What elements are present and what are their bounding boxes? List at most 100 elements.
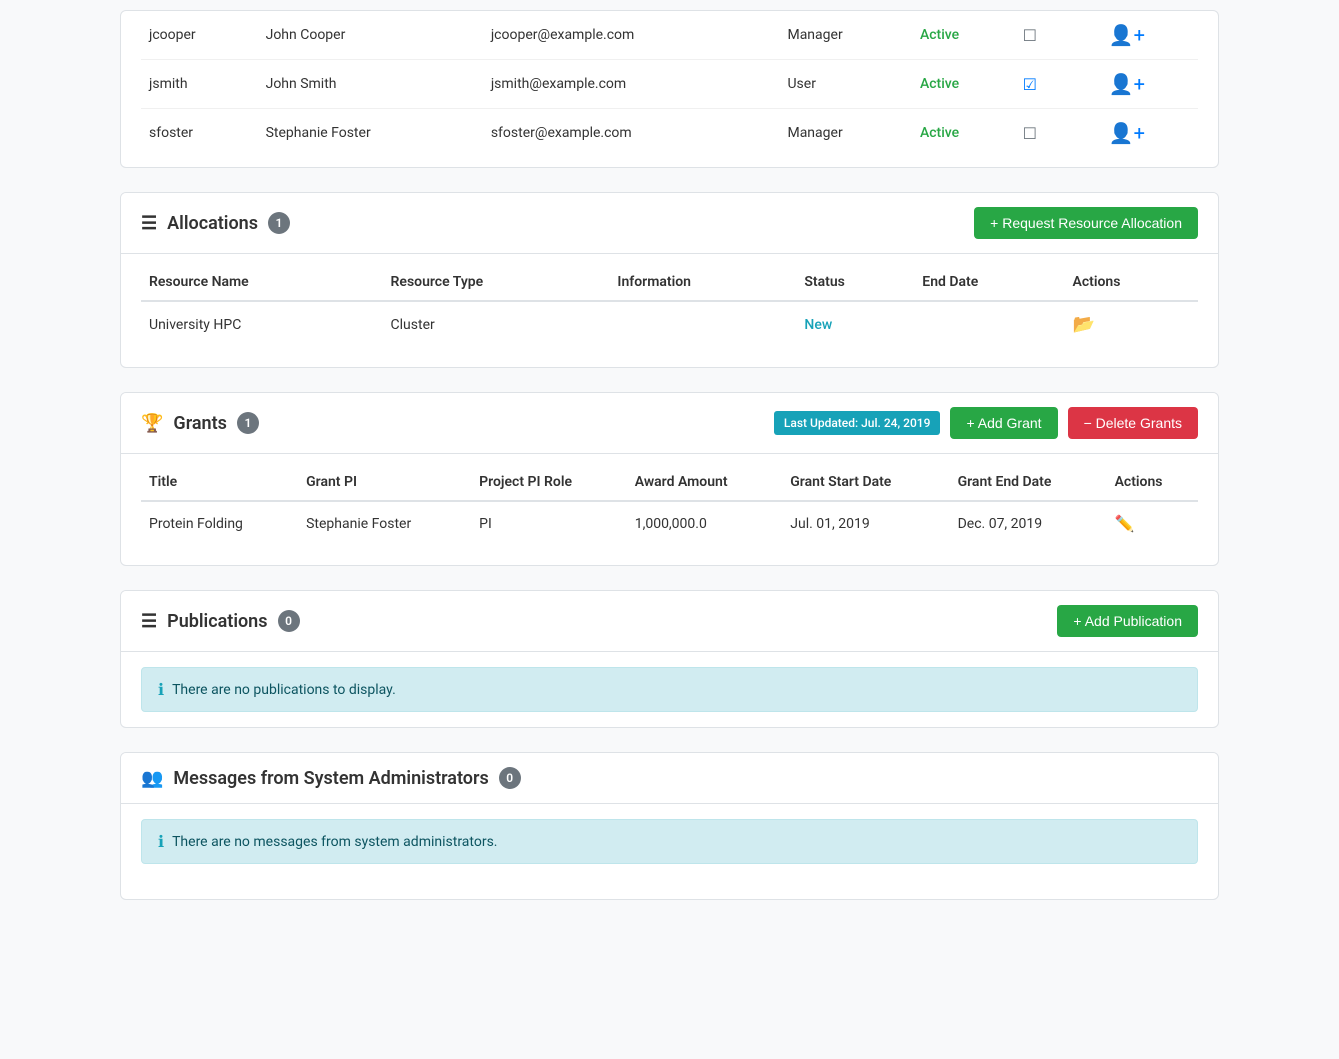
user-edit-icon: 👤+ [1109, 23, 1145, 47]
grants-table-wrapper: Title Grant PI Project PI Role Award Amo… [121, 454, 1218, 565]
allocations-header: ☰ Allocations 1 + Request Resource Alloc… [121, 193, 1218, 254]
checkbox-cell[interactable]: ☑ [1015, 60, 1071, 109]
col-resource-type: Resource Type [383, 264, 610, 301]
messages-title: Messages from System Administrators [173, 768, 488, 789]
status-cell: Active [912, 60, 1015, 109]
grant-start-date-cell: Jul. 01, 2019 [782, 501, 949, 545]
col-actions: Actions [1065, 264, 1199, 301]
col-information: Information [609, 264, 796, 301]
status-cell: Active [912, 109, 1015, 158]
allocations-table-header-row: Resource Name Resource Type Information … [141, 264, 1198, 301]
publications-badge: 0 [278, 610, 300, 632]
grants-header-right: Last Updated: Jul. 24, 2019 + Add Grant … [774, 407, 1198, 439]
grant-end-date-cell: Dec. 07, 2019 [950, 501, 1107, 545]
table-row: jsmith John Smith jsmith@example.com Use… [141, 60, 1198, 109]
allocations-card: ☰ Allocations 1 + Request Resource Alloc… [120, 192, 1219, 368]
messages-badge: 0 [499, 767, 521, 789]
fullname-cell: Stephanie Foster [258, 109, 483, 158]
col-title: Title [141, 464, 298, 501]
project-pi-role-cell: PI [471, 501, 627, 545]
edit-icon: ✏️ [1115, 514, 1135, 533]
col-resource-name: Resource Name [141, 264, 383, 301]
resource-type-cell: Cluster [383, 301, 610, 347]
grant-pi-cell: Stephanie Foster [298, 501, 471, 545]
publications-title: Publications [167, 611, 267, 632]
grants-header: 🏆 Grants 1 Last Updated: Jul. 24, 2019 +… [121, 393, 1218, 454]
username-cell: jcooper [141, 11, 258, 60]
request-allocation-button[interactable]: + Request Resource Allocation [974, 207, 1198, 239]
role-cell: Manager [779, 109, 911, 158]
grants-card: 🏆 Grants 1 Last Updated: Jul. 24, 2019 +… [120, 392, 1219, 566]
fullname-cell: John Cooper [258, 11, 483, 60]
table-row: University HPC Cluster New 📂 [141, 301, 1198, 347]
action-cell[interactable]: 👤+ [1101, 109, 1198, 158]
publications-header-left: ☰ Publications 0 [141, 610, 300, 632]
email-cell: jcooper@example.com [483, 11, 780, 60]
add-grant-button[interactable]: + Add Grant [950, 407, 1057, 439]
delete-grants-button[interactable]: − Delete Grants [1068, 407, 1198, 439]
status-cell: New [796, 301, 914, 347]
action-cell[interactable]: 👤+ [1101, 60, 1198, 109]
allocations-badge: 1 [268, 212, 290, 234]
col-grant-start-date: Grant Start Date [782, 464, 949, 501]
list-icon: ☰ [141, 611, 157, 632]
table-row: sfoster Stephanie Foster sfoster@example… [141, 109, 1198, 158]
allocations-header-left: ☰ Allocations 1 [141, 212, 290, 234]
publications-card: ☰ Publications 0 + Add Publication ℹ The… [120, 590, 1219, 728]
trophy-icon: 🏆 [141, 413, 163, 434]
information-cell [609, 301, 796, 347]
messages-card: 👥 Messages from System Administrators 0 … [120, 752, 1219, 900]
col-grant-end-date: Grant End Date [950, 464, 1107, 501]
messages-header: 👥 Messages from System Administrators 0 [121, 753, 1218, 804]
messages-empty-message: There are no messages from system admini… [172, 834, 497, 850]
group-icon: 👥 [141, 768, 163, 789]
last-updated-badge: Last Updated: Jul. 24, 2019 [774, 411, 941, 435]
status-cell: Active [912, 11, 1015, 60]
username-cell: sfoster [141, 109, 258, 158]
award-amount-cell: 1,000,000.0 [627, 501, 783, 545]
username-cell: jsmith [141, 60, 258, 109]
col-actions: Actions [1107, 464, 1198, 501]
action-cell[interactable]: 📂 [1065, 301, 1199, 347]
messages-header-left: 👥 Messages from System Administrators 0 [141, 767, 521, 789]
messages-bottom-padding [121, 879, 1218, 899]
publications-empty-alert: ℹ There are no publications to display. [141, 667, 1198, 712]
action-cell[interactable]: 👤+ [1101, 11, 1198, 60]
page-wrapper: jcooper John Cooper jcooper@example.com … [100, 0, 1239, 964]
allocations-table-wrapper: Resource Name Resource Type Information … [121, 254, 1218, 367]
email-cell: sfoster@example.com [483, 109, 780, 158]
grants-header-left: 🏆 Grants 1 [141, 412, 259, 434]
email-cell: jsmith@example.com [483, 60, 780, 109]
grant-title-cell: Protein Folding [141, 501, 298, 545]
col-award-amount: Award Amount [627, 464, 783, 501]
users-table: jcooper John Cooper jcooper@example.com … [141, 11, 1198, 157]
publications-empty-message: There are no publications to display. [172, 682, 396, 698]
allocations-table: Resource Name Resource Type Information … [141, 264, 1198, 347]
info-icon: ℹ [158, 832, 164, 851]
grants-table-header-row: Title Grant PI Project PI Role Award Amo… [141, 464, 1198, 501]
fullname-cell: John Smith [258, 60, 483, 109]
role-cell: Manager [779, 11, 911, 60]
spacer-cell [1071, 60, 1101, 109]
checkbox-cell[interactable]: ☐ [1015, 11, 1071, 60]
col-status: Status [796, 264, 914, 301]
role-cell: User [779, 60, 911, 109]
table-row: jcooper John Cooper jcooper@example.com … [141, 11, 1198, 60]
table-row: Protein Folding Stephanie Foster PI 1,00… [141, 501, 1198, 545]
end-date-cell [914, 301, 1064, 347]
col-project-pi-role: Project PI Role [471, 464, 627, 501]
spacer-cell [1071, 11, 1101, 60]
resource-name-cell: University HPC [141, 301, 383, 347]
grants-title: Grants [173, 413, 226, 434]
grants-table: Title Grant PI Project PI Role Award Amo… [141, 464, 1198, 545]
folder-icon: 📂 [1073, 314, 1095, 335]
list-icon: ☰ [141, 213, 157, 234]
checkbox-cell[interactable]: ☐ [1015, 109, 1071, 158]
col-grant-pi: Grant PI [298, 464, 471, 501]
grant-action-cell[interactable]: ✏️ [1107, 501, 1198, 545]
spacer-cell [1071, 109, 1101, 158]
messages-empty-alert: ℹ There are no messages from system admi… [141, 819, 1198, 864]
add-publication-button[interactable]: + Add Publication [1057, 605, 1198, 637]
grants-badge: 1 [237, 412, 259, 434]
allocations-title: Allocations [167, 213, 258, 234]
